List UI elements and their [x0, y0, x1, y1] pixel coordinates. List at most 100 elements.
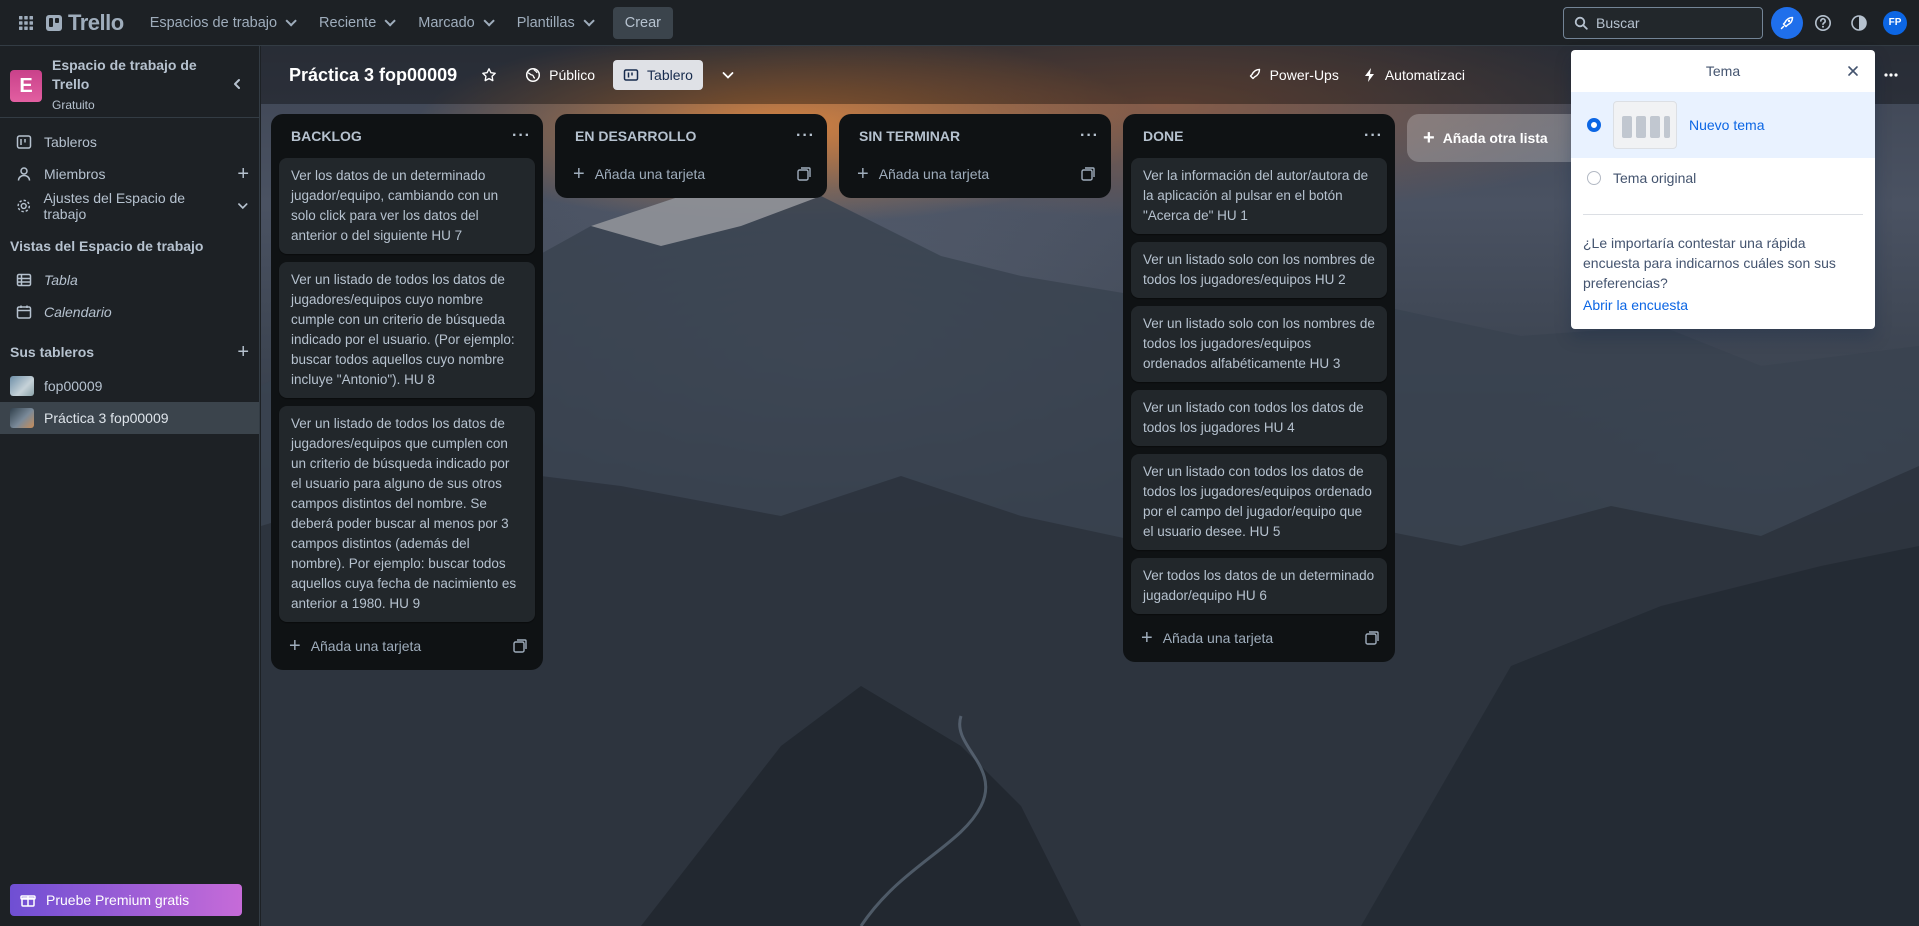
card[interactable]: Ver un listado con todos los datos de to…: [1131, 454, 1387, 550]
theme-option-original[interactable]: Tema original: [1571, 158, 1875, 198]
apps-grid-icon[interactable]: [10, 7, 42, 39]
survey-text: ¿Le importaría contestar una rápida encu…: [1583, 235, 1836, 291]
board-icon: [16, 135, 32, 149]
list-backlog: BACKLOG ··· Ver los datos de un determin…: [271, 114, 543, 670]
workspace-header: E Espacio de trabajo de Trello Gratuito: [0, 46, 259, 118]
nav-menu: Espacios de trabajo Reciente Marcado Pla…: [138, 7, 603, 39]
more-icon: [1884, 73, 1898, 77]
power-ups-button[interactable]: Power-Ups: [1236, 59, 1349, 91]
search-input[interactable]: Buscar: [1563, 6, 1763, 39]
add-board-icon[interactable]: +: [237, 341, 249, 364]
list-menu-icon[interactable]: ···: [512, 127, 531, 145]
theme-option-new[interactable]: Nuevo tema: [1571, 92, 1875, 158]
try-premium-button[interactable]: Pruebe Premium gratis: [10, 884, 242, 916]
sidebar-item-workspace-settings[interactable]: Ajustes del Espacio de trabajo: [0, 190, 259, 222]
sidebar-menu: Tableros Miembros + Ajustes del Espacio …: [0, 118, 259, 434]
star-icon: [482, 68, 497, 82]
card-template-icon[interactable]: [797, 167, 811, 181]
search-placeholder: Buscar: [1596, 14, 1640, 31]
list-done: DONE ··· Ver la información del autor/au…: [1123, 114, 1395, 662]
sidebar: E Espacio de trabajo de Trello Gratuito …: [0, 46, 260, 926]
workspace-title[interactable]: Espacio de trabajo de Trello Gratuito: [52, 56, 202, 115]
list-header: DONE ···: [1123, 114, 1395, 158]
list-title[interactable]: EN DESARROLLO: [575, 128, 696, 144]
sidebar-item-table-view[interactable]: Tabla: [0, 264, 259, 296]
star-board-button[interactable]: [471, 59, 507, 91]
add-member-icon[interactable]: +: [237, 164, 249, 184]
theme-contrast-icon[interactable]: [1843, 7, 1875, 39]
card[interactable]: Ver todos los datos de un determinado ju…: [1131, 558, 1387, 614]
board-title[interactable]: Práctica 3 fop00009: [283, 65, 463, 86]
popover-title: Tema: [1705, 63, 1741, 79]
rocket-icon: [1249, 68, 1260, 80]
help-icon[interactable]: [1807, 7, 1839, 39]
menu-starred[interactable]: Marcado: [406, 7, 502, 39]
divider: [1583, 214, 1863, 215]
open-survey-link[interactable]: Abrir la encuesta: [1571, 293, 1875, 313]
top-navigation-bar: Trello Espacios de trabajo Reciente Marc…: [0, 0, 1919, 46]
sidebar-item-calendar-view[interactable]: Calendario: [0, 296, 259, 328]
list-title[interactable]: DONE: [1143, 128, 1183, 144]
menu-templates[interactable]: Plantillas: [505, 7, 603, 39]
board-view-button[interactable]: Tablero: [613, 60, 703, 90]
sidebar-item-members[interactable]: Miembros +: [0, 158, 259, 190]
trello-logo-icon: [46, 14, 62, 31]
menu-recent[interactable]: Reciente: [307, 7, 404, 39]
list-menu-icon[interactable]: ···: [796, 127, 815, 145]
list-menu-icon[interactable]: ···: [1080, 127, 1099, 145]
card-template-icon[interactable]: [513, 639, 527, 653]
view-switcher-button[interactable]: [711, 59, 745, 91]
trello-logo[interactable]: Trello: [46, 10, 124, 36]
card[interactable]: Ver un listado solo con los nombres de t…: [1131, 242, 1387, 298]
list-header: BACKLOG ···: [271, 114, 543, 158]
card[interactable]: Ver la información del autor/autora de l…: [1131, 158, 1387, 234]
rocket-icon[interactable]: [1771, 6, 1803, 39]
gift-icon: [20, 895, 36, 907]
automation-button[interactable]: Automatizaci: [1353, 59, 1475, 91]
plus-icon: +: [289, 635, 301, 657]
board-menu-button[interactable]: [1873, 59, 1909, 91]
workspace-plan: Gratuito: [52, 98, 95, 112]
add-card-button[interactable]: + Añada una tarjeta: [279, 630, 535, 662]
list-en-desarrollo: EN DESARROLLO ··· + Añada una tarjeta: [555, 114, 827, 198]
board-lists: BACKLOG ··· Ver los datos de un determin…: [271, 114, 1679, 670]
board-thumbnail: [10, 408, 34, 428]
sidebar-board-practica-3[interactable]: Práctica 3 fop00009: [0, 402, 259, 434]
card[interactable]: Ver los datos de un determinado jugador/…: [279, 158, 535, 254]
collapse-sidebar-button[interactable]: [225, 72, 249, 96]
menu-workspaces[interactable]: Espacios de trabajo: [138, 7, 305, 39]
add-card-button[interactable]: + Añada una tarjeta: [563, 158, 819, 190]
sidebar-item-boards[interactable]: Tableros: [0, 126, 259, 158]
list-title[interactable]: BACKLOG: [291, 128, 362, 144]
chevron-down-icon: [722, 72, 734, 79]
visibility-button[interactable]: Público: [515, 59, 605, 91]
person-icon: [17, 167, 31, 181]
card[interactable]: Ver un listado de todos los datos de jug…: [279, 406, 535, 622]
workspace-name: Espacio de trabajo de Trello: [52, 57, 197, 92]
chevron-down-icon: [384, 14, 397, 27]
sidebar-board-fop00009[interactable]: fop00009: [0, 370, 259, 402]
list-sin-terminar: SIN TERMINAR ··· + Añada una tarjeta: [839, 114, 1111, 198]
list-header: SIN TERMINAR ···: [839, 114, 1111, 158]
chevron-left-icon: [234, 79, 240, 89]
board-view-icon: [623, 69, 639, 81]
table-icon: [16, 273, 32, 287]
user-avatar[interactable]: FP: [1883, 10, 1907, 35]
trello-logo-text: Trello: [68, 9, 124, 35]
globe-icon: [526, 67, 541, 83]
add-card-button[interactable]: + Añada una tarjeta: [847, 158, 1103, 190]
card[interactable]: Ver un listado con todos los datos de to…: [1131, 390, 1387, 446]
list-title[interactable]: SIN TERMINAR: [859, 128, 960, 144]
card[interactable]: Ver un listado solo con los nombres de t…: [1131, 306, 1387, 382]
create-button[interactable]: Crear: [612, 6, 673, 39]
card-template-icon[interactable]: [1365, 631, 1379, 645]
close-popover-button[interactable]: [1841, 59, 1865, 83]
card[interactable]: Ver un listado de todos los datos de jug…: [279, 262, 535, 398]
plus-icon: +: [573, 163, 585, 185]
workspace-avatar[interactable]: E: [10, 70, 42, 102]
radio-unselected[interactable]: [1587, 171, 1601, 185]
add-card-button[interactable]: + Añada una tarjeta: [1131, 622, 1387, 654]
radio-selected[interactable]: [1587, 118, 1601, 132]
card-template-icon[interactable]: [1081, 167, 1095, 181]
list-menu-icon[interactable]: ···: [1364, 127, 1383, 145]
